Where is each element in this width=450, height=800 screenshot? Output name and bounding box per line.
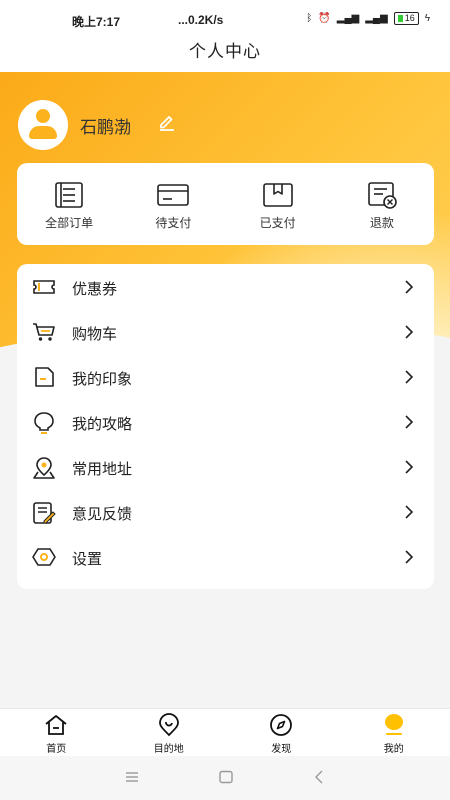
tab-label: 目的地 <box>153 744 184 755</box>
tab-label: 我的 <box>383 744 404 755</box>
card-icon <box>157 184 190 206</box>
menu-label: 设置 <box>72 551 103 568</box>
menu-item-impressions[interactable]: 我的印象 <box>17 354 434 399</box>
menu-label: 购物车 <box>72 326 118 343</box>
menu-label: 常用地址 <box>72 461 133 478</box>
home-icon <box>45 715 67 735</box>
menu-item-cart[interactable]: 购物车 <box>17 309 434 354</box>
chevron-right-icon <box>405 325 414 339</box>
order-label: 已支付 <box>259 216 296 230</box>
system-nav-bar <box>0 756 450 800</box>
cart-icon <box>33 323 55 341</box>
tab-discover[interactable]: 发现 <box>225 709 338 756</box>
signal-icon-2: ▂▄▆ <box>365 13 388 24</box>
charging-icon: ϟ <box>424 13 430 24</box>
location-icon <box>33 457 55 479</box>
tab-label: 首页 <box>46 744 67 755</box>
feedback-icon <box>33 502 56 524</box>
status-network-speed: ...0.2K/s <box>178 13 224 27</box>
order-label: 全部订单 <box>45 216 94 230</box>
username: 石鹏渤 <box>80 118 131 137</box>
edit-icon[interactable] <box>158 113 176 131</box>
menu-item-coupons[interactable]: 优惠券 <box>17 264 434 309</box>
order-list-icon <box>55 182 83 208</box>
status-time: 晚上7:17 <box>72 15 121 29</box>
menu-list: 优惠券 购物车 我的印象 我的攻略 常用地址 意见反馈 设置 <box>17 264 434 589</box>
back-icon[interactable] <box>312 770 328 784</box>
menu-label: 优惠券 <box>72 281 118 298</box>
coupon-icon <box>33 280 55 294</box>
compass-icon <box>270 714 293 736</box>
bottom-tab-bar: 首页 目的地 发现 我的 <box>0 708 450 756</box>
menu-item-settings[interactable]: 设置 <box>17 534 434 579</box>
chevron-right-icon <box>405 550 414 564</box>
avatar[interactable] <box>18 100 68 150</box>
status-bar: 晚上7:17 ...0.2K/s ᛒ ⏰ ▂▄▆ ▂▄▆ 16 ϟ <box>0 0 450 38</box>
destination-icon <box>158 713 179 737</box>
refund-button[interactable]: 退款 <box>330 163 434 245</box>
menu-item-addresses[interactable]: 常用地址 <box>17 444 434 489</box>
page-title: 个人中心 <box>0 38 450 72</box>
tab-label: 发现 <box>271 744 292 755</box>
profile-tab-icon <box>382 713 406 737</box>
menu-label: 我的攻略 <box>72 416 133 433</box>
alarm-icon: ⏰ <box>318 13 331 24</box>
paid-button[interactable]: 已支付 <box>226 163 330 245</box>
battery-level: 16 <box>404 13 415 23</box>
order-label: 待支付 <box>155 216 192 230</box>
chevron-right-icon <box>405 370 414 384</box>
tab-home[interactable]: 首页 <box>0 709 113 756</box>
home-button-icon[interactable] <box>218 770 234 784</box>
order-shortcuts: 全部订单 待支付 已支付 退款 <box>17 163 434 245</box>
menu-item-guides[interactable]: 我的攻略 <box>17 399 434 444</box>
tab-destination[interactable]: 目的地 <box>113 709 226 756</box>
chevron-right-icon <box>405 505 414 519</box>
chevron-right-icon <box>405 460 414 474</box>
bluetooth-icon: ᛒ <box>306 13 313 24</box>
menu-icon[interactable] <box>124 770 140 784</box>
menu-item-feedback[interactable]: 意见反馈 <box>17 489 434 534</box>
chevron-right-icon <box>405 415 414 429</box>
order-label: 退款 <box>369 216 394 230</box>
tab-mine[interactable]: 我的 <box>338 709 450 756</box>
bulb-icon <box>34 412 54 434</box>
chevron-right-icon <box>405 280 414 294</box>
battery-icon: 16 <box>393 12 419 25</box>
box-icon <box>262 183 293 207</box>
all-orders-button[interactable]: 全部订单 <box>17 163 121 245</box>
impression-icon <box>35 367 54 387</box>
status-icons: ᛒ ⏰ ▂▄▆ ▂▄▆ 16 ϟ <box>306 12 430 25</box>
menu-label: 我的印象 <box>72 371 133 388</box>
pending-payment-button[interactable]: 待支付 <box>121 163 225 245</box>
signal-icon: ▂▄▆ <box>336 13 360 24</box>
menu-label: 意见反馈 <box>72 506 133 523</box>
settings-icon <box>32 548 56 566</box>
refund-icon <box>368 182 397 209</box>
